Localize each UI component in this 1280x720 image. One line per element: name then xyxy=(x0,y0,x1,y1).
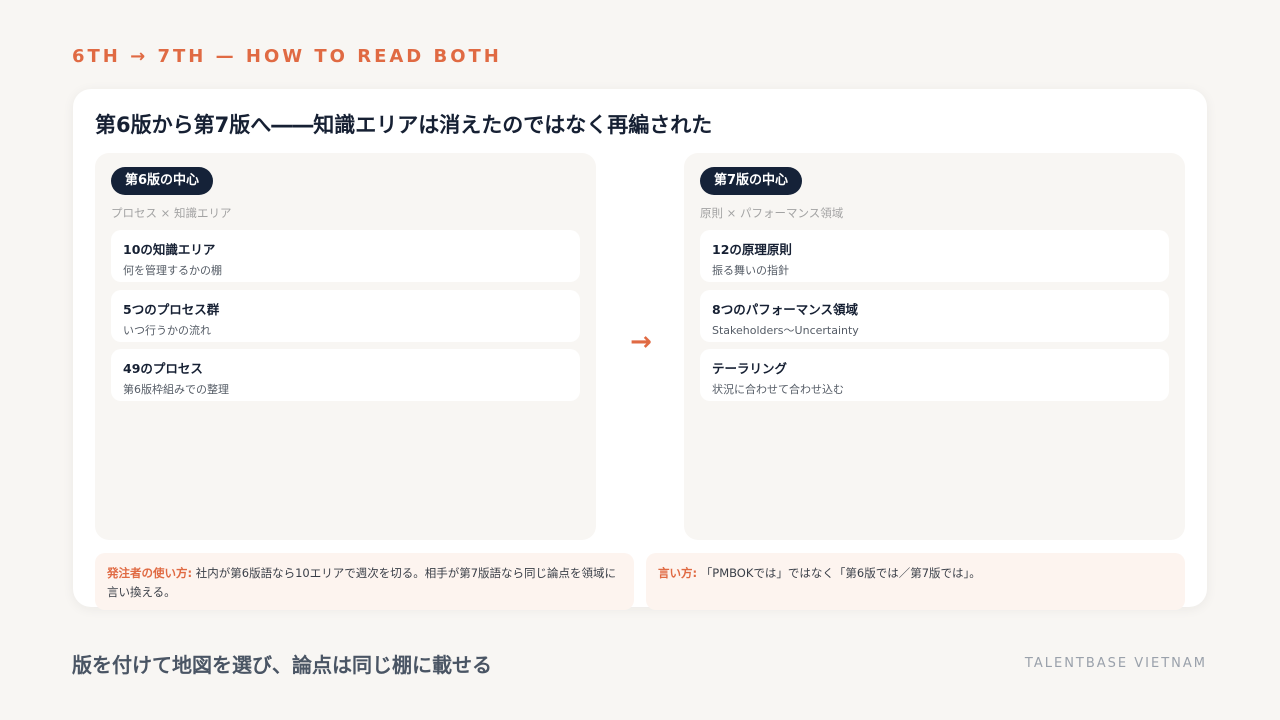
edition-7-column: 第7版の中心 原則 × パフォーマンス領域 12の原理原則 振る舞いの指針 8つ… xyxy=(684,153,1185,540)
list-item: 5つのプロセス群 いつ行うかの流れ xyxy=(111,290,580,342)
phrasing-note: 言い方: 「PMBOKでは」ではなく「第6版では／第7版では」。 xyxy=(646,553,1185,610)
note-label: 言い方: xyxy=(658,566,698,580)
item-description: 振る舞いの指針 xyxy=(712,264,789,277)
edition-7-badge: 第7版の中心 xyxy=(700,167,803,195)
edition-6-subtitle: プロセス × 知識エリア xyxy=(111,206,232,220)
edition-7-subtitle: 原則 × パフォーマンス領域 xyxy=(700,206,844,220)
item-description: Stakeholders〜Uncertainty xyxy=(712,324,859,337)
list-item: 12の原理原則 振る舞いの指針 xyxy=(700,230,1169,282)
item-description: 状況に合わせて合わせ込む xyxy=(712,383,844,396)
note-text: 「PMBOKでは」ではなく「第6版では／第7版では」。 xyxy=(697,566,981,580)
list-item: 49のプロセス 第6版枠組みでの整理 xyxy=(111,349,580,401)
item-description: 何を管理するかの棚 xyxy=(123,264,222,277)
brand-name: TALENTBASE VIETNAM xyxy=(1024,656,1207,671)
edition-6-column: 第6版の中心 プロセス × 知識エリア 10の知識エリア 何を管理するかの棚 5… xyxy=(95,153,596,540)
item-heading: 5つのプロセス群 xyxy=(123,302,220,317)
item-heading: 49のプロセス xyxy=(123,361,203,376)
client-usage-note: 発注者の使い方: 社内が第6版語なら10エリアで週次を切る。相手が第7版語なら同… xyxy=(95,553,634,610)
list-item: 10の知識エリア 何を管理するかの棚 xyxy=(111,230,580,282)
edition-6-badge: 第6版の中心 xyxy=(111,167,214,195)
item-heading: 8つのパフォーマンス領域 xyxy=(712,302,858,317)
card-title: 第6版から第7版へ――知識エリアは消えたのではなく再編された xyxy=(95,113,713,137)
item-heading: 12の原理原則 xyxy=(712,242,792,257)
arrow-right-icon: → xyxy=(630,327,652,357)
item-heading: テーラリング xyxy=(712,361,788,376)
item-description: いつ行うかの流れ xyxy=(123,324,211,337)
list-item: テーラリング 状況に合わせて合わせ込む xyxy=(700,349,1169,401)
comparison-card: 第6版から第7版へ――知識エリアは消えたのではなく再編された 第6版の中心 プロ… xyxy=(73,89,1207,610)
footer-tagline: 版を付けて地図を選び、論点は同じ棚に載せる xyxy=(72,653,492,677)
note-label: 発注者の使い方: xyxy=(107,566,193,580)
item-description: 第6版枠組みでの整理 xyxy=(123,383,229,396)
item-heading: 10の知識エリア xyxy=(123,242,216,257)
list-item: 8つのパフォーマンス領域 Stakeholders〜Uncertainty xyxy=(700,290,1169,342)
eyebrow-heading: 6TH → 7TH — HOW TO READ BOTH xyxy=(72,46,502,67)
